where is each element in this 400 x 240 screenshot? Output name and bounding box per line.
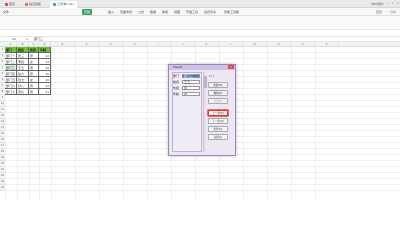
title-bar: 首页 稻壳模板 工作簿1.xlsx WPS用户 – □ ×: [0, 0, 400, 8]
column-header[interactable]: I: [147, 42, 171, 47]
delete-record-button[interactable]: 删除(D): [208, 90, 228, 96]
next-record-button[interactable]: 下一条(N): [208, 118, 228, 124]
template-icon: [25, 2, 28, 6]
column-header[interactable]: K: [195, 42, 219, 47]
field-input-age[interactable]: 22: [182, 92, 200, 96]
gridline: [5, 190, 400, 191]
minimize-icon[interactable]: –: [386, 1, 390, 6]
tab-templates[interactable]: 稻壳模板: [22, 1, 44, 8]
column-header[interactable]: P: [315, 42, 339, 47]
column-header[interactable]: J: [171, 42, 195, 47]
spreadsheet-icon: [53, 2, 56, 6]
table-cell[interactable]: 部门七: [5, 89, 17, 95]
record-form-dialog: Sheet1 × 部门: 部门三 姓名: 王五 性别: 男 年龄: 22 3 /…: [168, 64, 236, 156]
column-header[interactable]: F: [75, 42, 99, 47]
menu-home[interactable]: 开始: [82, 9, 93, 15]
column-header[interactable]: H: [123, 42, 147, 47]
share-button[interactable]: 分享: [390, 9, 396, 15]
gridline: [5, 184, 400, 185]
tab-home[interactable]: 首页: [2, 1, 18, 8]
menu-developer[interactable]: 开发工具: [186, 9, 198, 15]
gridline: [5, 160, 400, 161]
table-cell[interactable]: 21: [39, 89, 51, 95]
tab-workbook[interactable]: 工作簿1.xlsx: [50, 1, 77, 8]
column-header[interactable]: M: [243, 42, 267, 47]
field-label-name: 姓名:: [173, 80, 180, 84]
search-button[interactable]: 查找: [376, 9, 382, 15]
gridline: [5, 58, 400, 59]
table-cell[interactable]: 周九: [17, 89, 29, 95]
close-window-icon[interactable]: ×: [396, 1, 400, 6]
ribbon-toolbar: [0, 16, 400, 30]
tab-workbook-label: 工作簿1.xlsx: [57, 2, 74, 6]
maximize-icon[interactable]: □: [391, 1, 395, 6]
gridline: [5, 166, 400, 167]
scrollbar-thumb[interactable]: [204, 76, 207, 88]
menu-data[interactable]: 数据: [150, 9, 156, 15]
gridline: [5, 178, 400, 179]
field-input-dept[interactable]: 部门三: [182, 74, 200, 78]
wps-logo-icon: [5, 2, 8, 6]
user-name[interactable]: WPS用户: [371, 1, 384, 7]
criteria-button[interactable]: 条件(C): [208, 126, 228, 132]
gridline: [5, 172, 400, 173]
new-record-button[interactable]: 新建(W): [208, 82, 228, 88]
dialog-title: Sheet1: [169, 65, 235, 70]
dialog-close-icon[interactable]: ×: [228, 65, 234, 69]
column-header[interactable]: N: [267, 42, 291, 47]
previous-record-button[interactable]: 上一条(P): [208, 110, 228, 116]
tab-templates-label: 稻壳模板: [29, 2, 42, 6]
close-dialog-button[interactable]: 关闭(L): [208, 134, 228, 140]
menu-bar: 文件 开始 插入 页面布局 公式 数据 审阅 视图 开发工具 会员专享 智能工具…: [0, 8, 400, 16]
menu-formulas[interactable]: 公式: [138, 9, 144, 15]
field-label-age: 年龄:: [173, 92, 180, 96]
field-label-dept: 部门:: [173, 74, 180, 78]
restore-record-button[interactable]: 还原(R): [208, 98, 228, 104]
column-header[interactable]: E: [51, 42, 75, 47]
menu-smart-tools[interactable]: 智能工具箱: [224, 9, 239, 15]
menu-view[interactable]: 视图: [174, 9, 180, 15]
column-header[interactable]: O: [291, 42, 315, 47]
menu-member[interactable]: 会员专享: [204, 9, 216, 15]
field-input-gender[interactable]: 男: [182, 86, 200, 90]
record-scrollbar[interactable]: [203, 72, 207, 152]
field-input-name[interactable]: 王五: [182, 80, 200, 84]
column-header[interactable]: L: [219, 42, 243, 47]
column-header[interactable]: G: [99, 42, 123, 47]
menu-page-layout[interactable]: 页面布局: [120, 9, 132, 15]
menu-insert[interactable]: 插入: [108, 9, 114, 15]
record-counter: 3 / 7: [209, 75, 215, 78]
record-fields-panel: [172, 72, 202, 152]
gridline: [5, 52, 400, 53]
tab-home-label: 首页: [9, 2, 16, 6]
menu-review[interactable]: 审阅: [162, 9, 168, 15]
menu-file[interactable]: 文件: [3, 9, 9, 15]
field-label-gender: 性别:: [173, 86, 180, 90]
table-cell[interactable]: 男: [29, 89, 39, 95]
